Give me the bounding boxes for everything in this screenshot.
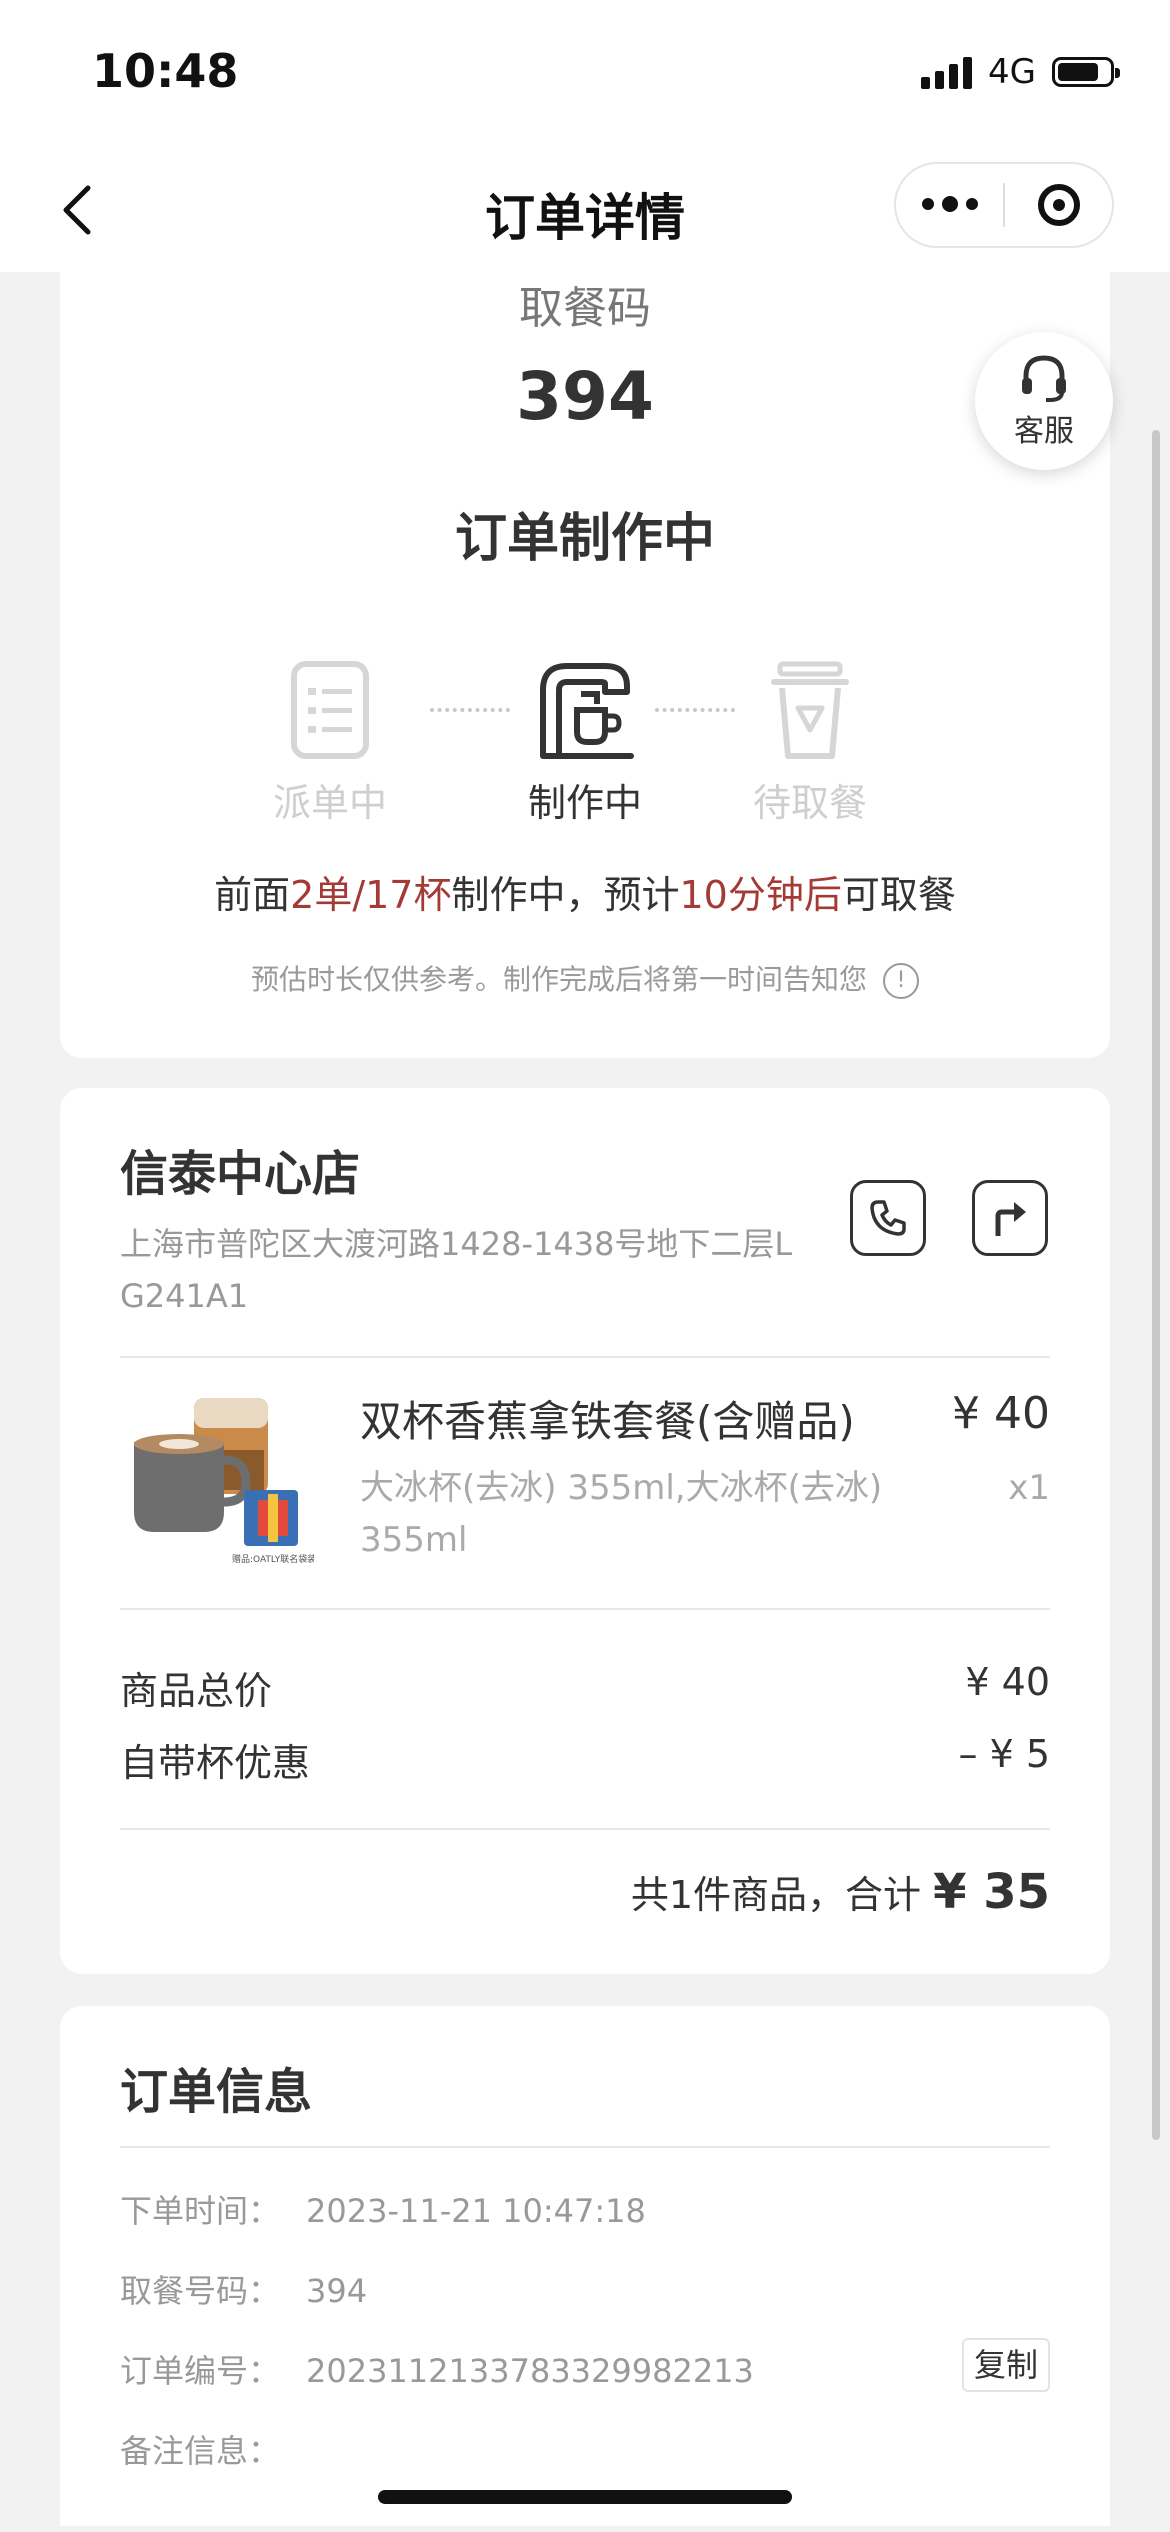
discount-value: – ¥ 5 bbox=[958, 1732, 1050, 1776]
call-store-button[interactable] bbox=[850, 1180, 926, 1256]
info-key: 下单时间： bbox=[120, 2192, 281, 2230]
queue-middle: 制作中，预计 bbox=[451, 873, 680, 917]
step-dispatching: 派单中 bbox=[240, 660, 420, 827]
status-bar: 10:48 4G bbox=[0, 0, 1170, 150]
order-total: 共1件商品，合计 ¥ 35 bbox=[631, 1864, 1050, 1920]
divider bbox=[120, 1608, 1050, 1610]
pickup-code-label: 取餐码 bbox=[519, 283, 651, 334]
product-spec: 大冰杯(去冰) 355ml,大冰杯(去冰) 355ml bbox=[360, 1468, 883, 1560]
mini-program-capsule bbox=[894, 162, 1114, 248]
info-key: 取餐号码： bbox=[120, 2272, 281, 2310]
pickup-number-row: 取餐号码： 394 bbox=[120, 2266, 367, 2312]
divider bbox=[120, 1828, 1050, 1830]
total-amount: ¥ 35 bbox=[933, 1864, 1050, 1920]
info-icon[interactable]: ! bbox=[883, 963, 919, 999]
directions-icon bbox=[995, 1202, 1026, 1236]
remark-row: 备注信息： bbox=[120, 2426, 306, 2472]
battery-icon bbox=[1052, 57, 1120, 87]
takeaway-cup-icon bbox=[771, 661, 849, 759]
close-mini-program-icon[interactable] bbox=[1005, 184, 1112, 226]
order-time: 2023-11-21 10:47:18 bbox=[306, 2192, 646, 2230]
more-icon[interactable] bbox=[896, 196, 1003, 212]
customer-service-button[interactable]: 客服 bbox=[975, 332, 1113, 470]
nav-bar: 订单详情 bbox=[0, 150, 1170, 272]
info-key: 订单编号： bbox=[120, 2352, 281, 2390]
divider bbox=[120, 2146, 1050, 2148]
status-indicators: 4G bbox=[921, 52, 1120, 92]
step-ready: 待取餐 bbox=[720, 660, 900, 827]
home-indicator[interactable] bbox=[378, 2490, 792, 2504]
pickup-number: 394 bbox=[306, 2272, 368, 2310]
subtotal-value: ¥ 40 bbox=[965, 1660, 1050, 1704]
estimate-hint-text: 预估时长仅供参考。制作完成后将第一时间告知您 bbox=[250, 963, 867, 996]
order-number-row: 订单编号： 2023112133783329982213 bbox=[120, 2346, 754, 2392]
divider bbox=[120, 1356, 1050, 1358]
order-time-row: 下单时间： 2023-11-21 10:47:18 bbox=[120, 2186, 646, 2232]
product-quantity: x1 bbox=[1008, 1468, 1050, 1508]
pickup-card: 取餐码 394 订单制作中 派单中 制作中 待取餐 前面2单/17杯制作中，预计… bbox=[60, 250, 1110, 1058]
headset-icon bbox=[1022, 355, 1066, 402]
step-label: 派单中 bbox=[272, 781, 387, 825]
queue-eta: 10分钟后 bbox=[679, 873, 842, 917]
pickup-code: 394 bbox=[516, 358, 654, 435]
discount-label: 自带杯优惠 bbox=[120, 1741, 311, 1785]
product-image: 赠品:OATLY联名袋装 bbox=[134, 1398, 314, 1565]
navigate-button[interactable] bbox=[972, 1180, 1048, 1256]
store-name: 信泰中心店 bbox=[120, 1146, 361, 1202]
product-name: 双杯香蕉拿铁套餐(含赠品) bbox=[360, 1397, 855, 1446]
subtotal-label: 商品总价 bbox=[120, 1669, 273, 1713]
network-label: 4G bbox=[988, 52, 1036, 92]
order-status: 订单制作中 bbox=[454, 509, 715, 569]
order-list-icon bbox=[291, 661, 369, 759]
step-label: 待取餐 bbox=[752, 781, 867, 825]
signal-icon bbox=[921, 55, 973, 89]
store-order-card: 信泰中心店 上海市普陀区大渡河路1428-1438号地下二层L G241A1 赠… bbox=[60, 1088, 1110, 1974]
phone-icon bbox=[870, 1200, 906, 1236]
order-info-card: 订单信息 下单时间： 2023-11-21 10:47:18 取餐号码： 394 订… bbox=[60, 2006, 1110, 2526]
order-number: 2023112133783329982213 bbox=[306, 2352, 754, 2390]
info-key: 备注信息： bbox=[120, 2432, 281, 2470]
queue-prefix: 前面 bbox=[214, 873, 291, 917]
order-info-title: 订单信息 bbox=[120, 2064, 313, 2120]
coffee-machine-icon bbox=[540, 663, 634, 759]
queue-count: 2单/17杯 bbox=[290, 873, 452, 917]
queue-suffix: 可取餐 bbox=[841, 873, 956, 917]
scrollbar[interactable] bbox=[1152, 430, 1160, 2140]
queue-status: 前面2单/17杯制作中，预计10分钟后可取餐 bbox=[60, 864, 1110, 919]
store-address: 上海市普陀区大渡河路1428-1438号地下二层L G241A1 bbox=[120, 1225, 793, 1315]
product-image-caption: 赠品:OATLY联名袋装 bbox=[232, 1553, 314, 1565]
copy-order-number-button[interactable]: 复制 bbox=[962, 2338, 1050, 2392]
status-time: 10:48 bbox=[92, 44, 239, 98]
step-making: 制作中 bbox=[495, 660, 675, 827]
product-price: ¥ 40 bbox=[952, 1388, 1050, 1439]
step-label: 制作中 bbox=[527, 781, 642, 825]
customer-service-label: 客服 bbox=[1014, 414, 1074, 449]
estimate-hint: 预估时长仅供参考。制作完成后将第一时间告知您! bbox=[60, 958, 1110, 999]
total-prefix: 共1件商品，合计 bbox=[630, 1873, 921, 1917]
